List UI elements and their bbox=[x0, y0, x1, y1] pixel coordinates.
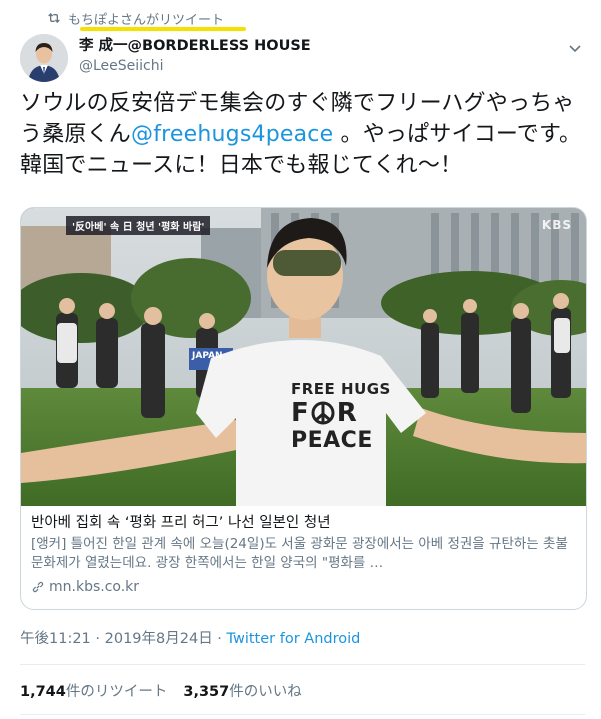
broadcaster-logo: KBS bbox=[541, 218, 572, 232]
card-image[interactable]: '反아베' 속 日 청년 '평화 바람' KBS JAPAN FREE HUGS… bbox=[21, 208, 586, 506]
likes-count: 3,357 bbox=[183, 684, 230, 700]
tweet-text: ソウルの反安倍デモ集会のすぐ隣でフリーハグやっちゃう桑原くん@freehugs4… bbox=[20, 88, 585, 181]
card-url[interactable]: mn.kbs.co.kr bbox=[31, 577, 576, 597]
card-info[interactable]: 반아베 집회 속 ‘평화 프리 허그’ 나선 일본인 청년 [앵커] 틀어진 한… bbox=[21, 506, 586, 597]
retweets-label: 件のリツイート bbox=[65, 684, 168, 700]
tweet-timestamp: 午後11:21 · 2019年8月24日 · Twitter for Andro… bbox=[20, 627, 360, 648]
news-caption-tag: '反아베' 속 日 청년 '평화 바람' bbox=[66, 216, 211, 235]
retweet-header[interactable]: もちぽよさんがリツイート bbox=[46, 8, 224, 28]
engagement-stats: 1,744件のリツイート 3,357件のいいね bbox=[20, 680, 302, 701]
retweet-text: もちぽよさんがリツイート bbox=[68, 12, 225, 28]
divider bbox=[20, 664, 585, 665]
likes-stat[interactable]: 3,357件のいいね bbox=[183, 680, 301, 701]
avatar-image bbox=[20, 34, 68, 82]
mention-link[interactable]: @freehugs4peace bbox=[131, 122, 333, 147]
retweets-count: 1,744 bbox=[20, 684, 66, 700]
peace-icon bbox=[311, 401, 335, 425]
retweet-icon bbox=[48, 13, 60, 23]
link-icon bbox=[32, 581, 44, 593]
card-url-text: mn.kbs.co.kr bbox=[49, 579, 140, 595]
news-photo bbox=[21, 208, 586, 506]
avatar[interactable] bbox=[20, 34, 68, 82]
shirt-text-f: F bbox=[291, 398, 309, 428]
card-title: 반아베 집회 속 ‘평화 프리 허그’ 나선 일본인 청년 bbox=[31, 515, 331, 531]
author-block[interactable]: 李 成一@BORDERLESS HOUSE @LeeSeiichi bbox=[79, 37, 311, 76]
shirt-print: FREE HUGS F R PEACE bbox=[291, 380, 401, 453]
retweets-stat[interactable]: 1,744件のリツイート bbox=[20, 680, 167, 701]
shirt-text-r: R bbox=[336, 398, 357, 428]
likes-label: 件のいいね bbox=[229, 684, 302, 700]
chevron-down-icon[interactable] bbox=[567, 40, 583, 56]
shirt-text-free-hugs: FREE HUGS bbox=[291, 380, 391, 398]
shirt-text-peace: PEACE bbox=[291, 428, 373, 453]
highlight-underline bbox=[80, 27, 246, 31]
link-card[interactable]: '反아베' 속 日 청년 '평화 바람' KBS JAPAN FREE HUGS… bbox=[20, 207, 587, 610]
author-handle[interactable]: @LeeSeiichi bbox=[79, 56, 311, 76]
client-link[interactable]: Twitter for Android bbox=[227, 631, 361, 647]
protest-sign: JAPAN bbox=[192, 351, 223, 361]
card-description: [앵커] 틀어진 한일 관계 속에 오늘(24일)도 서울 광화문 광장에서는 … bbox=[31, 536, 568, 571]
divider bbox=[20, 714, 585, 715]
tweet-time[interactable]: 午後11:21 · 2019年8月24日 · bbox=[20, 631, 227, 647]
author-display-name[interactable]: 李 成一@BORDERLESS HOUSE bbox=[79, 37, 311, 56]
